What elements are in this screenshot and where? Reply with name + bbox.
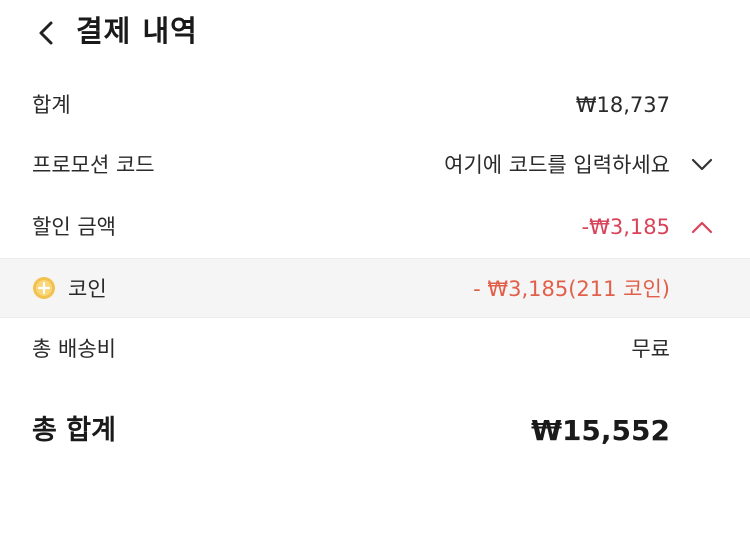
- discount-value: -₩3,185: [581, 215, 670, 239]
- total-row: 총 합계 ₩15,552: [0, 398, 750, 464]
- page-title: 결제 내역: [76, 14, 198, 48]
- coin-icon: [33, 277, 55, 299]
- subtotal-label: 합계: [32, 93, 71, 117]
- promo-code-placeholder[interactable]: 여기에 코드를 입력하세요: [444, 135, 670, 195]
- shipping-label: 총 배송비: [32, 337, 116, 361]
- promo-code-label: 프로모션 코드: [32, 153, 155, 177]
- coin-discount-row: 코인 - ₩3,185(211 코인): [0, 258, 750, 318]
- chevron-down-icon[interactable]: [690, 154, 714, 176]
- chevron-up-icon[interactable]: [690, 216, 714, 238]
- subtotal-value: ₩18,737: [575, 93, 670, 117]
- coin-label: 코인: [68, 277, 107, 301]
- header: 결제 내역: [0, 0, 750, 64]
- promo-code-row[interactable]: 프로모션 코드 여기에 코드를 입력하세요: [0, 135, 750, 195]
- subtotal-row: 합계 ₩18,737: [0, 75, 750, 135]
- discount-label: 할인 금액: [32, 215, 116, 239]
- total-label: 총 합계: [32, 415, 116, 446]
- discount-row[interactable]: 할인 금액 -₩3,185: [0, 197, 750, 257]
- chevron-left-icon: [39, 21, 53, 45]
- coin-value: - ₩3,185(211 코인): [473, 277, 670, 301]
- payment-details-page: 결제 내역 합계 ₩18,737 프로모션 코드 여기에 코드를 입력하세요 할…: [0, 0, 750, 536]
- total-value: ₩15,552: [531, 414, 670, 447]
- shipping-row: 총 배송비 무료: [0, 319, 750, 379]
- shipping-value: 무료: [631, 337, 670, 361]
- back-button[interactable]: [30, 16, 64, 50]
